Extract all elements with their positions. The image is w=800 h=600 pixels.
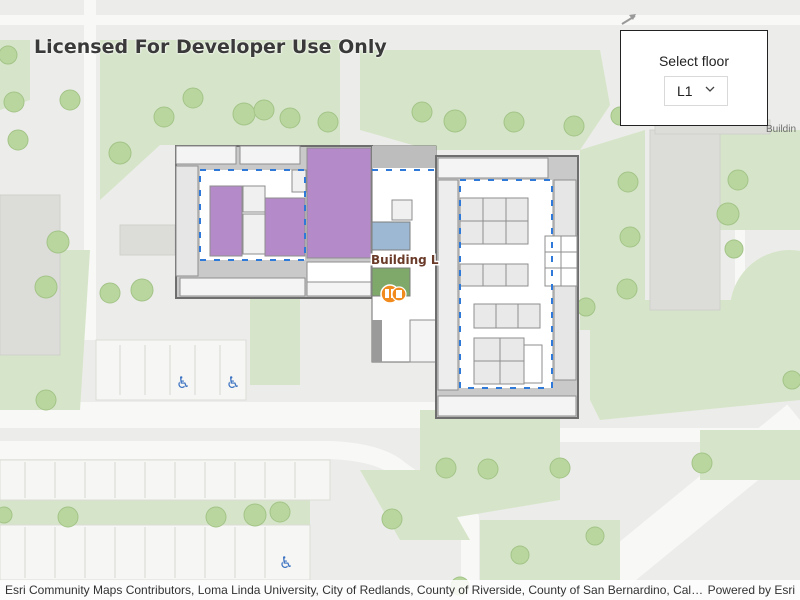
chevron-down-icon xyxy=(705,86,715,92)
edge-building-label: Buildin xyxy=(766,124,796,135)
elevator-icon[interactable] xyxy=(380,284,407,304)
floor-picker-panel: Select floor L1 xyxy=(620,30,768,126)
floor-picker-title: Select floor xyxy=(658,53,730,69)
svg-text:♿: ♿ xyxy=(176,373,190,392)
floor-select-value: L1 xyxy=(677,83,693,99)
attribution-bar: Esri Community Maps Contributors, Loma L… xyxy=(0,580,800,600)
developer-watermark: Licensed For Developer Use Only xyxy=(34,36,387,58)
powered-by-link[interactable]: Powered by Esri xyxy=(708,583,795,597)
attribution-text[interactable]: Esri Community Maps Contributors, Loma L… xyxy=(5,583,705,597)
floor-select-dropdown[interactable]: L1 xyxy=(664,76,728,106)
building-label: Building L xyxy=(371,253,439,267)
svg-text:♿: ♿ xyxy=(279,553,293,572)
svg-text:♿: ♿ xyxy=(226,373,240,392)
